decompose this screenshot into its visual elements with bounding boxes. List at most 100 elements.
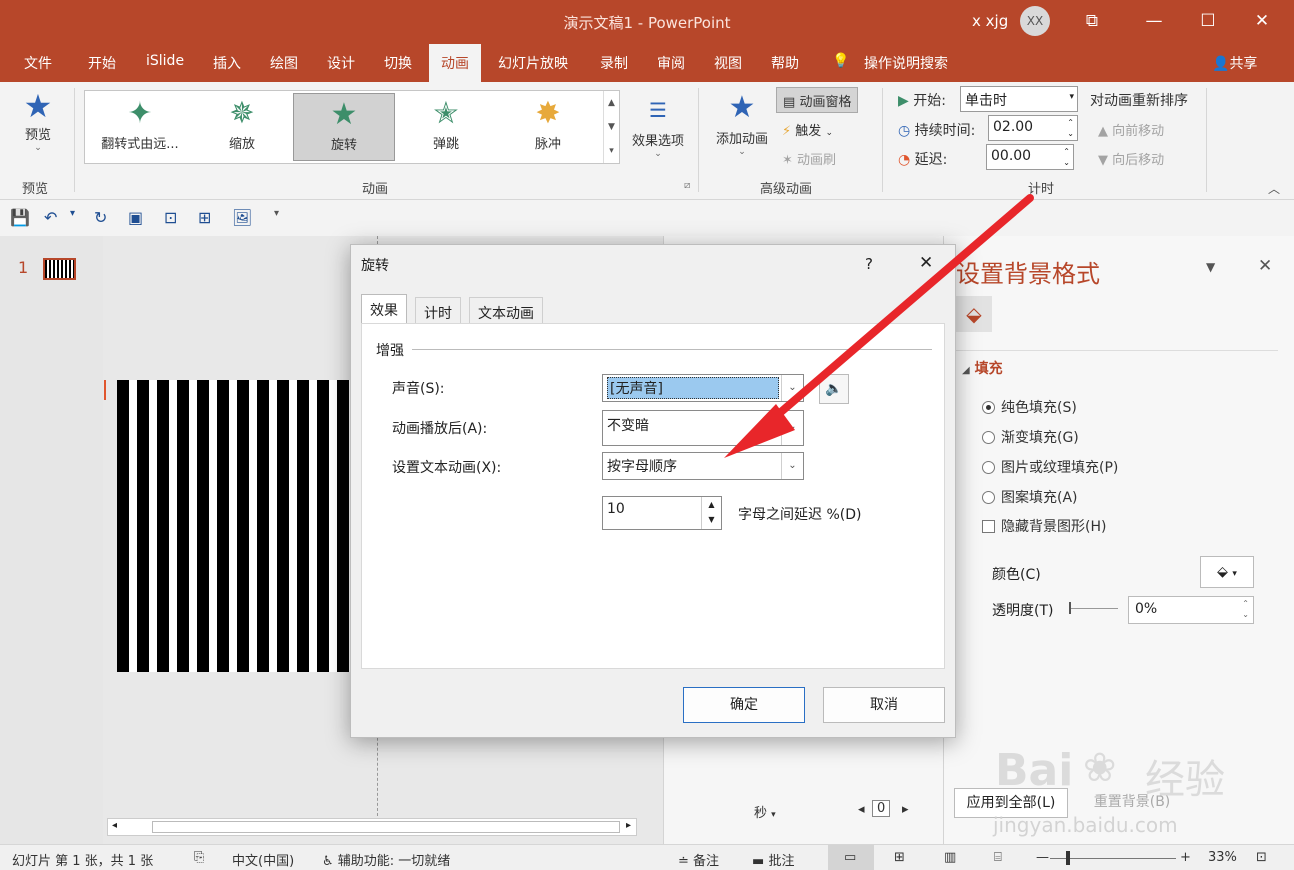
animation-painter-button[interactable]: ✶ 动画刷: [782, 149, 836, 168]
slide-stripes[interactable]: [117, 380, 367, 672]
tab-transitions[interactable]: 切换: [384, 53, 412, 73]
color-picker-button[interactable]: ⬙ ▾: [1200, 556, 1254, 588]
avatar[interactable]: XX: [1020, 6, 1050, 36]
notes-button[interactable]: ≐ 备注: [678, 850, 719, 869]
zoom-level[interactable]: 33%: [1208, 850, 1237, 865]
scroll-right-icon[interactable]: ▸: [626, 820, 631, 831]
horizontal-scrollbar[interactable]: ◂ ▸: [107, 818, 637, 836]
tab-home[interactable]: 开始: [88, 53, 116, 73]
spelling-icon[interactable]: ⎘: [194, 850, 204, 865]
tab-islide[interactable]: iSlide: [146, 53, 184, 69]
tab-slideshow[interactable]: 幻灯片放映: [498, 53, 568, 73]
share-button[interactable]: 👤共享: [1212, 53, 1257, 73]
fill-section[interactable]: ◢ 填充: [962, 358, 1003, 378]
ribbon-display-icon[interactable]: ⧉: [1078, 8, 1106, 34]
duration-input[interactable]: 02.00 ⌃ ⌄: [988, 115, 1078, 141]
comments-button[interactable]: ▬ 批注: [752, 850, 794, 869]
tab-timing[interactable]: 计时: [415, 297, 461, 323]
gallery-scrollbar[interactable]: ▲ ▼ ▾: [603, 91, 619, 163]
picture-fill-radio[interactable]: 图片或纹理填充(P): [982, 457, 1118, 477]
tab-record[interactable]: 录制: [600, 53, 628, 73]
reading-view-icon[interactable]: ▥: [944, 850, 956, 865]
tell-me-search[interactable]: 操作说明搜索: [864, 53, 948, 73]
dialog-launcher-icon[interactable]: ⧄: [684, 180, 690, 191]
redo-icon[interactable]: ↻: [94, 208, 107, 227]
move-earlier-button[interactable]: ▲ 向前移动: [1098, 120, 1164, 139]
effect-options-button[interactable]: ☰ 效果选项 ⌄: [626, 90, 690, 159]
pattern-fill-radio[interactable]: 图案填充(A): [982, 487, 1078, 507]
anim-zoom[interactable]: ✵ 缩放: [191, 93, 293, 161]
tab-draw[interactable]: 绘图: [270, 53, 298, 73]
speaker-icon[interactable]: 🔈: [819, 374, 849, 404]
after-animation-select[interactable]: 不变暗 ⌄: [602, 410, 804, 446]
undo-dropdown-icon[interactable]: ▾: [70, 208, 75, 219]
preview-button[interactable]: ★ 预览 ⌄: [14, 88, 62, 153]
user-name[interactable]: x xjg: [972, 12, 1008, 30]
solid-fill-radio[interactable]: 纯色填充(S): [982, 397, 1077, 417]
cancel-button[interactable]: 取消: [823, 687, 945, 723]
tab-help[interactable]: 帮助: [771, 53, 799, 73]
slide-sorter-icon[interactable]: ⊞: [894, 850, 905, 865]
fill-bucket-icon[interactable]: ⬙: [956, 296, 992, 332]
delay-input[interactable]: 00.00 ⌃ ⌄: [986, 144, 1074, 170]
scroll-left-icon[interactable]: ◂: [858, 802, 865, 817]
close-window-icon[interactable]: ✕: [1248, 8, 1276, 34]
scroll-thumb[interactable]: [152, 821, 620, 833]
transparency-input[interactable]: 0% ⌃ ⌄: [1128, 596, 1254, 624]
accessibility-status[interactable]: ♿ 辅助功能: 一切就绪: [322, 850, 450, 869]
presenter-icon[interactable]: ⊡: [164, 208, 177, 227]
tab-insert[interactable]: 插入: [213, 53, 241, 73]
scroll-right-icon[interactable]: ▸: [902, 802, 909, 817]
gallery-expand-icon[interactable]: ▾: [604, 139, 619, 163]
present-icon[interactable]: ▣: [128, 208, 143, 227]
animate-text-select[interactable]: 按字母顺序 ⌄: [602, 452, 804, 480]
slide-thumbnail[interactable]: [43, 258, 76, 280]
sound-select[interactable]: [无声音] ⌄: [602, 374, 804, 402]
spinner-icon[interactable]: ⌃ ⌄: [1063, 146, 1070, 168]
undo-icon[interactable]: ↶: [44, 208, 57, 227]
seconds-dropdown[interactable]: 秒 ▾: [754, 802, 776, 821]
spinner-icon[interactable]: ▲ ▼: [701, 497, 721, 529]
normal-view-icon[interactable]: ▭: [844, 850, 856, 865]
tab-review[interactable]: 审阅: [657, 53, 685, 73]
close-pane-icon[interactable]: ✕: [1258, 256, 1272, 276]
save-icon[interactable]: 💾: [10, 208, 30, 227]
trigger-button[interactable]: ⚡ 触发 ⌄: [782, 120, 833, 139]
add-animation-button[interactable]: ★ 添加动画 ⌄: [710, 88, 774, 157]
customize-qat-icon[interactable]: ▾: [274, 208, 279, 219]
tab-text-animation[interactable]: 文本动画: [469, 297, 543, 323]
start-select[interactable]: 单击时 ▾: [960, 86, 1078, 112]
anim-spin[interactable]: ★ 旋转: [293, 93, 395, 161]
tab-file[interactable]: 文件: [24, 53, 52, 73]
tab-design[interactable]: 设计: [327, 53, 355, 73]
collapse-ribbon-icon[interactable]: ︿: [1268, 180, 1280, 197]
tab-effect[interactable]: 效果: [361, 294, 407, 324]
hide-background-checkbox[interactable]: 隐藏背景图形(H): [982, 516, 1106, 536]
image-icon[interactable]: 🖼: [232, 208, 252, 227]
slideshow-icon[interactable]: ⌸: [994, 850, 1002, 865]
zoom-out-icon[interactable]: —: [1036, 850, 1049, 865]
maximize-icon[interactable]: ☐: [1194, 8, 1222, 34]
anim-bounce[interactable]: ✭ 弹跳: [395, 93, 497, 161]
tab-view[interactable]: 视图: [714, 53, 742, 73]
move-later-button[interactable]: ▼ 向后移动: [1098, 149, 1164, 168]
anim-flip-zoom[interactable]: ✦ 翻转式由远...: [89, 93, 191, 161]
transparency-slider[interactable]: [1070, 608, 1118, 609]
language[interactable]: 中文(中国): [232, 850, 294, 869]
scroll-down-icon[interactable]: ▼: [604, 115, 619, 139]
help-button[interactable]: ?: [865, 255, 873, 273]
zoom-in-icon[interactable]: +: [1180, 850, 1191, 865]
anim-pulse[interactable]: ✸ 脉冲: [497, 93, 599, 161]
zoom-thumb[interactable]: [1066, 851, 1070, 865]
ok-button[interactable]: 确定: [683, 687, 805, 723]
gradient-fill-radio[interactable]: 渐变填充(G): [982, 427, 1079, 447]
timeline-page[interactable]: 0: [872, 800, 891, 817]
spinner-icon[interactable]: ⌃ ⌄: [1242, 598, 1249, 620]
slider-thumb[interactable]: [1069, 602, 1071, 614]
scroll-left-icon[interactable]: ◂: [112, 820, 117, 831]
pane-options-icon[interactable]: ▼: [1206, 260, 1215, 274]
spinner-icon[interactable]: ⌃ ⌄: [1067, 117, 1074, 139]
animation-pane-button[interactable]: ▤ 动画窗格: [776, 87, 859, 113]
tab-animations[interactable]: 动画: [429, 44, 481, 82]
close-dialog-icon[interactable]: ✕: [919, 253, 933, 273]
